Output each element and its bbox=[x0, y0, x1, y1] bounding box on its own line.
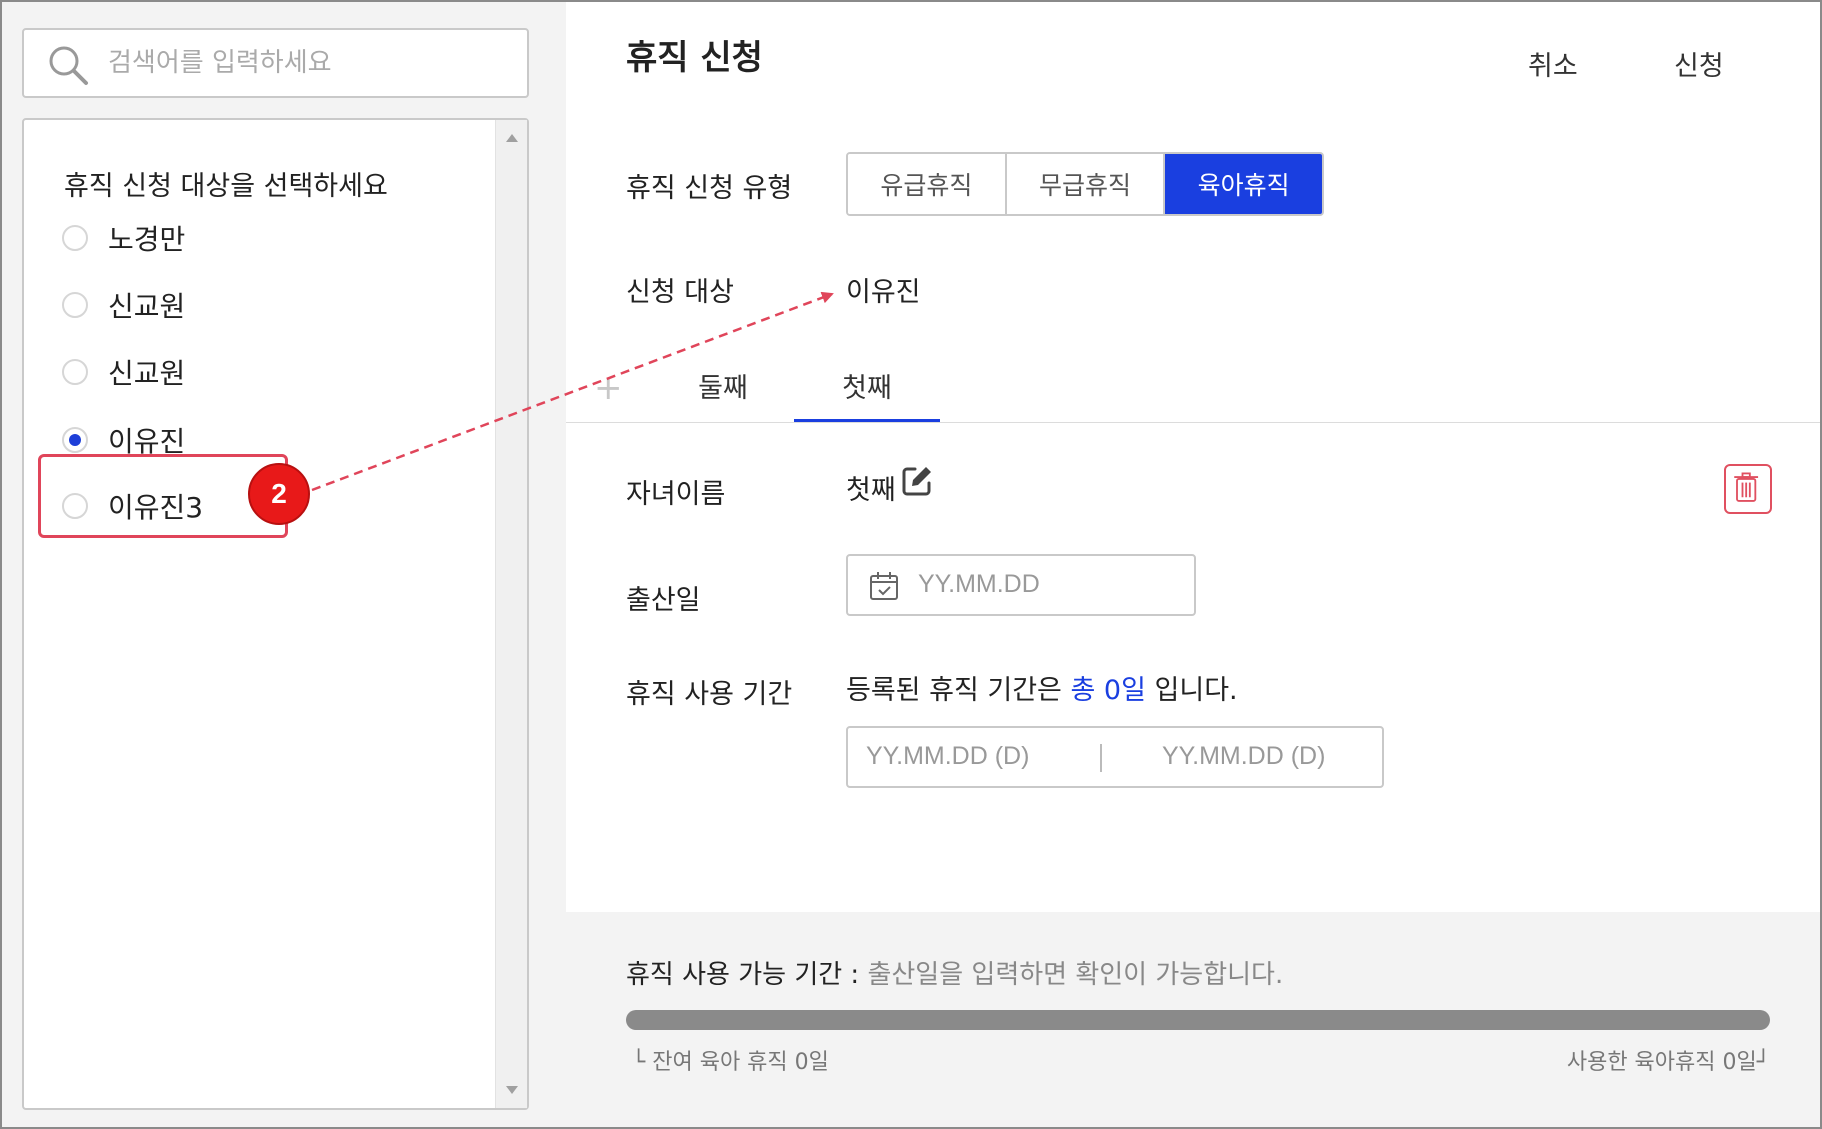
leave-type-label: 휴직 신청 유형 bbox=[626, 173, 793, 204]
available-period-label: 휴직 사용 가능 기간 : bbox=[626, 960, 860, 990]
available-period-footer: 휴직 사용 가능 기간 : 출산일을 입력하면 확인이 가능합니다. └ 잔여 … bbox=[566, 912, 1820, 1127]
leave-type-paid[interactable]: 유급휴직 bbox=[848, 154, 1007, 214]
search-icon bbox=[49, 46, 88, 85]
used-leave-note: 사용한 육아휴직 0일┘ bbox=[1566, 1050, 1770, 1075]
radio-button[interactable] bbox=[62, 493, 88, 519]
period-prefix: 등록된 휴직 기간은 bbox=[846, 675, 1062, 706]
add-child-tab-button[interactable]: + bbox=[594, 368, 623, 408]
search-input[interactable] bbox=[108, 40, 508, 86]
submit-button[interactable]: 신청 bbox=[1674, 44, 1724, 83]
child-name-value: 첫째 bbox=[846, 475, 896, 506]
search-box[interactable] bbox=[22, 28, 529, 98]
leave-type-parental[interactable]: 육아휴직 bbox=[1165, 154, 1322, 214]
target-option-3[interactable]: 신교원 bbox=[62, 352, 185, 392]
trash-icon bbox=[1734, 472, 1759, 502]
tabs-divider bbox=[566, 422, 1820, 423]
available-period-title: 휴직 사용 가능 기간 : 출산일을 입력하면 확인이 가능합니다. bbox=[626, 954, 1283, 991]
target-value: 이유진 bbox=[846, 277, 921, 308]
list-scrollbar[interactable] bbox=[495, 120, 527, 1108]
child-name-label: 자녀이름 bbox=[626, 479, 726, 510]
range-separator bbox=[1100, 744, 1102, 772]
calendar-icon[interactable] bbox=[868, 570, 900, 602]
radio-button[interactable] bbox=[62, 359, 88, 385]
scroll-down-icon[interactable] bbox=[506, 1086, 518, 1094]
available-period-hint: 출산일을 입력하면 확인이 가능합니다. bbox=[867, 960, 1284, 990]
birth-date-placeholder: YY.MM.DD bbox=[918, 570, 1040, 598]
tab-second-child[interactable]: 둘째 bbox=[650, 366, 796, 405]
target-option-label: 이유진 bbox=[108, 425, 186, 458]
radio-button[interactable] bbox=[62, 225, 88, 251]
target-list: 휴직 신청 대상을 선택하세요 노경만 신교원 신교원 이유진 이유진3 bbox=[22, 118, 529, 1110]
cancel-button[interactable]: 취소 bbox=[1528, 44, 1578, 83]
target-option-2[interactable]: 신교원 bbox=[62, 285, 185, 325]
target-option-label: 이유진3 bbox=[108, 491, 204, 524]
edit-icon[interactable] bbox=[900, 464, 934, 498]
period-range-input[interactable]: YY.MM.DD (D) YY.MM.DD (D) bbox=[846, 726, 1384, 788]
step-badge: 2 bbox=[248, 463, 310, 525]
period-end-placeholder[interactable]: YY.MM.DD (D) bbox=[1162, 742, 1325, 771]
period-suffix: 입니다. bbox=[1154, 675, 1238, 706]
target-option-4[interactable]: 이유진 bbox=[62, 420, 185, 460]
target-option-label: 신교원 bbox=[108, 357, 186, 390]
leave-type-unpaid[interactable]: 무급휴직 bbox=[1006, 154, 1166, 214]
period-total: 총 0일 bbox=[1070, 675, 1146, 706]
target-option-label: 노경만 bbox=[108, 223, 186, 256]
period-summary: 등록된 휴직 기간은 총 0일 입니다. bbox=[846, 668, 1238, 707]
birth-date-input[interactable]: YY.MM.DD bbox=[846, 554, 1196, 616]
tab-first-child[interactable]: 첫째 bbox=[794, 366, 940, 405]
remaining-leave-note: └ 잔여 육아 휴직 0일 bbox=[632, 1050, 829, 1075]
delete-child-button[interactable] bbox=[1724, 464, 1772, 514]
birth-date-label: 출산일 bbox=[626, 585, 701, 616]
radio-button[interactable] bbox=[62, 292, 88, 318]
leave-request-form: 휴직 신청 취소 신청 휴직 신청 유형 유급휴직 무급휴직 육아휴직 신청 대… bbox=[566, 2, 1820, 1127]
target-list-title: 휴직 신청 대상을 선택하세요 bbox=[64, 171, 388, 202]
target-option-label: 신교원 bbox=[108, 290, 186, 323]
period-label: 휴직 사용 기간 bbox=[626, 679, 793, 710]
period-start-placeholder[interactable]: YY.MM.DD (D) bbox=[866, 742, 1029, 771]
target-option-5[interactable]: 이유진3 bbox=[62, 486, 203, 526]
scroll-up-icon[interactable] bbox=[506, 134, 518, 142]
target-label: 신청 대상 bbox=[626, 277, 734, 308]
target-selection-panel: 휴직 신청 대상을 선택하세요 노경만 신교원 신교원 이유진 이유진3 bbox=[2, 2, 566, 1127]
target-option-1[interactable]: 노경만 bbox=[62, 218, 185, 258]
page-title: 휴직 신청 bbox=[626, 38, 763, 78]
leave-type-segmented: 유급휴직 무급휴직 육아휴직 bbox=[846, 152, 1324, 216]
leave-usage-progress bbox=[626, 1010, 1770, 1030]
radio-button-selected[interactable] bbox=[62, 427, 88, 453]
